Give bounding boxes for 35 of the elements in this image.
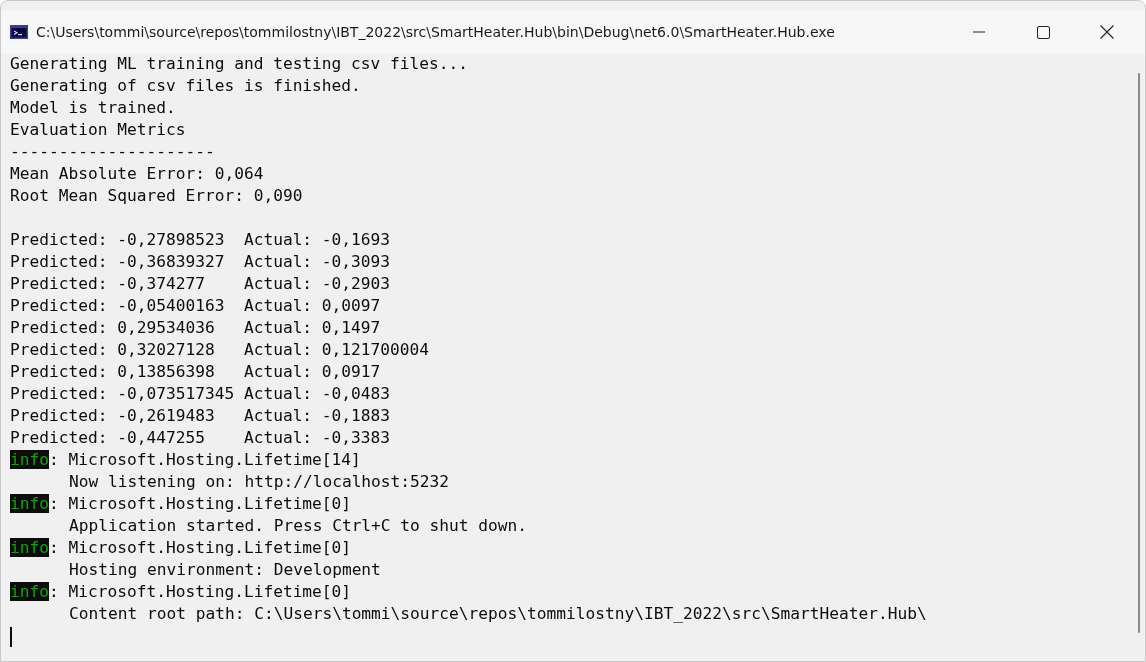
console-icon [10, 25, 28, 39]
console-line: Evaluation Metrics [10, 120, 186, 139]
log-level-tag: info [10, 494, 49, 513]
console-line: Predicted: -0,447255 Actual: -0,3383 [10, 428, 391, 447]
console-line: Root Mean Squared Error: 0,090 [10, 186, 303, 205]
log-level-tag: info [10, 538, 49, 557]
console-line: Generating ML training and testing csv files... [10, 54, 469, 73]
console-line: Model is trained. [10, 98, 176, 117]
console-line: Generating of csv files is finished. [10, 76, 361, 95]
log-source: : Microsoft.Hosting.Lifetime[14] [49, 450, 361, 469]
console-line: Predicted: -0,05400163 Actual: 0,0097 [10, 296, 381, 315]
text-cursor [10, 626, 12, 647]
console-line: Predicted: 0,13856398 Actual: 0,0917 [10, 362, 381, 381]
console-line: Predicted: -0,374277 Actual: -0,2903 [10, 274, 391, 293]
console-line: --------------------- [10, 142, 215, 161]
log-source: : Microsoft.Hosting.Lifetime[0] [49, 494, 352, 513]
log-message: Now listening on: http://localhost:5232 [69, 472, 450, 491]
console-line: Predicted: -0,36839327 Actual: -0,3093 [10, 252, 391, 271]
scrollbar[interactable] [1138, 73, 1140, 633]
close-icon [1100, 25, 1114, 39]
console-line: Predicted: -0,27898523 Actual: -0,1693 [10, 230, 391, 249]
log-source: : Microsoft.Hosting.Lifetime[0] [49, 582, 352, 601]
console-line: Mean Absolute Error: 0,064 [10, 164, 264, 183]
console-line: Predicted: -0,2619483 Actual: -0,1883 [10, 406, 391, 425]
log-message: Hosting environment: Development [69, 560, 381, 579]
log-level-tag: info [10, 450, 49, 469]
maximize-icon [1036, 25, 1050, 39]
console-line: Predicted: -0,073517345 Actual: -0,0483 [10, 384, 391, 403]
log-source: : Microsoft.Hosting.Lifetime[0] [49, 538, 352, 557]
log-message: Content root path: C:\Users\tommi\source\repos\tommilostny\IBT_2022\src\SmartHeater.Hub\ [69, 604, 927, 623]
window-title: C:\Users\tommi\source\repos\tommilostny\IBT_2022\src\SmartHeater.Hub\bin\Debug\net6.0\SmartHeater.Hub.exe [36, 24, 835, 40]
console-line: Predicted: 0,29534036 Actual: 0,1497 [10, 318, 381, 337]
log-level-tag: info [10, 582, 49, 601]
log-message: Application started. Press Ctrl+C to shut down. [69, 516, 528, 535]
console-line: Predicted: 0,32027128 Actual: 0,121700004 [10, 340, 430, 359]
